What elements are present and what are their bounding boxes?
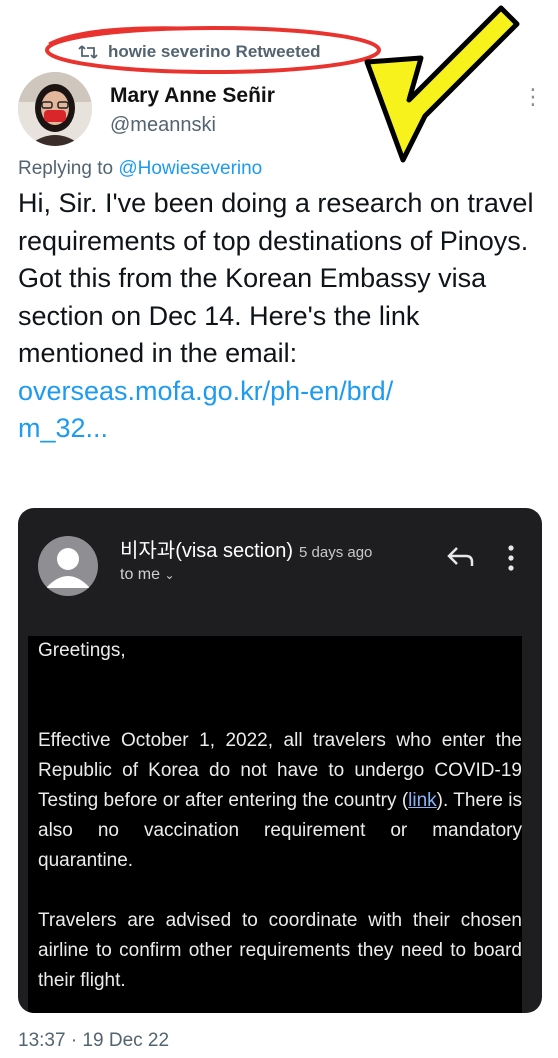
email-inline-link: link [408, 790, 437, 811]
tweet-link-line1[interactable]: overseas.mofa.go.kr/ph-en/brd/ [18, 376, 393, 406]
email-to-label: to me [120, 566, 161, 583]
retweet-label: howie severino Retweeted [108, 42, 321, 61]
replying-prefix: Replying to [18, 158, 119, 179]
replying-to: Replying to @Howieseverino [18, 158, 262, 180]
email-menu-icon [508, 545, 514, 571]
email-time: 5 days ago [299, 544, 373, 561]
retweet-icon [78, 45, 98, 59]
author-handle[interactable]: @meannski [110, 114, 216, 137]
email-greeting: Greetings, [38, 640, 126, 661]
tweet-text: Hi, Sir. I've been doing a research on t… [18, 185, 543, 448]
email-body: Greetings, Effective October 1, 2022, al… [28, 636, 522, 1013]
reply-icon [447, 547, 474, 566]
tweet-link-line2[interactable]: m_32... [18, 413, 108, 443]
sender-avatar [38, 536, 98, 596]
email-sender-name: 비자과(visa section) [120, 540, 294, 562]
email-sender: 비자과(visa section) 5 days ago [120, 534, 372, 563]
reply-mention-link[interactable]: @Howieseverino [118, 158, 262, 179]
retweet-header[interactable]: howie severino Retweeted [78, 42, 321, 62]
email-paragraph-1: Effective October 1, 2022, all travelers… [38, 726, 522, 876]
email-recipient: to me ⌄ [120, 566, 175, 584]
attached-email-image[interactable]: 비자과(visa section) 5 days ago to me ⌄ Gree… [18, 508, 542, 1013]
author-avatar[interactable] [18, 72, 92, 146]
tweet-link[interactable]: overseas.mofa.go.kr/ph-en/brd/m_32... [18, 373, 543, 448]
more-options-icon[interactable]: ⋮ [522, 84, 544, 110]
author-name[interactable]: Mary Anne Señir [110, 84, 275, 108]
email-paragraph-2: Travelers are advised to coordinate with… [38, 910, 522, 991]
tweet-body: Hi, Sir. I've been doing a research on t… [18, 188, 534, 368]
tweet-timestamp[interactable]: 13:37 · 19 Dec 22 [18, 1030, 169, 1052]
chevron-down-icon: ⌄ [164, 568, 175, 582]
